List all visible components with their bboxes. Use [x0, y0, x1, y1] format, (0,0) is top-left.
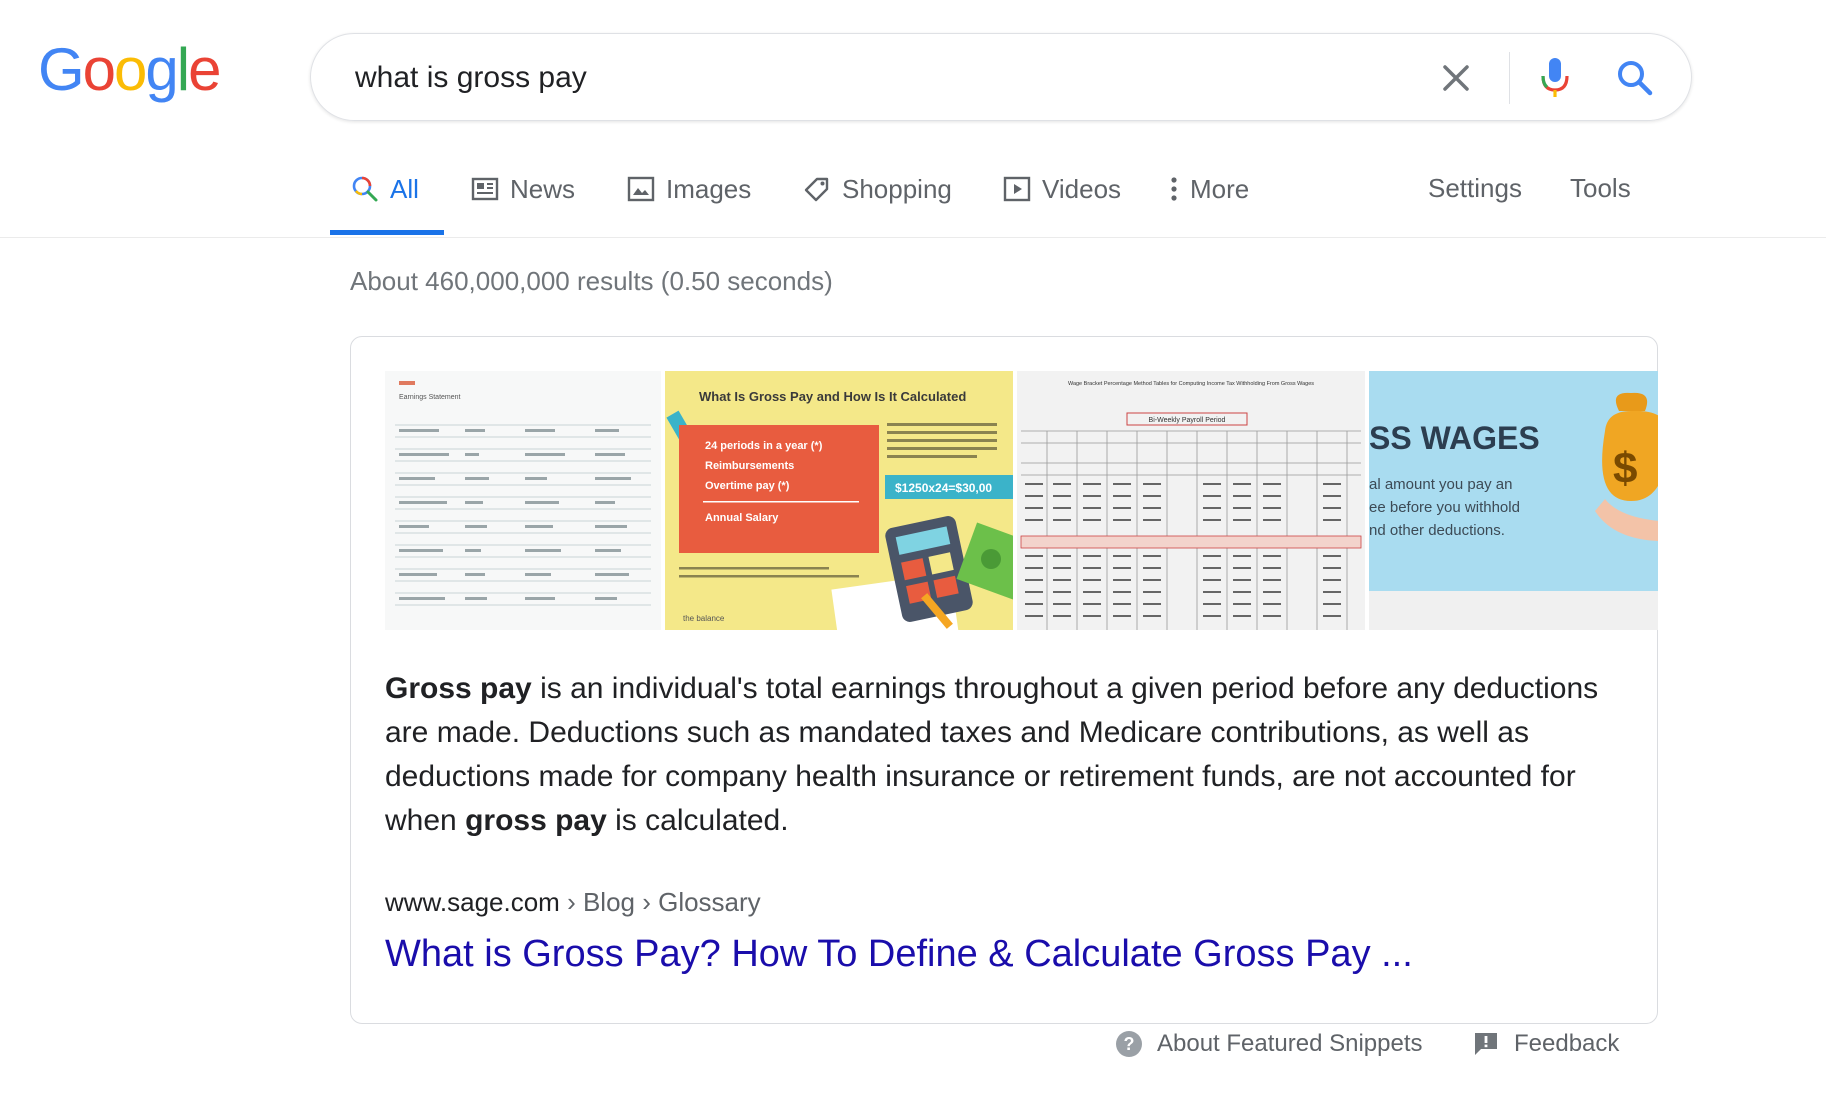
search-results-page: Google what is gross pay All News Images… [0, 0, 1826, 1094]
featured-snippet-card: Earnings Statement What Is Gross Pay and… [350, 336, 1658, 1024]
gross-wages-line: ee before you withhold [1369, 499, 1520, 516]
microphone-icon [1541, 58, 1569, 97]
help-circle-icon: ? [1116, 1031, 1142, 1057]
wage-bracket-table-image: Wage Bracket Percentage Method Tables fo… [1017, 371, 1365, 630]
snippet-image-strip: Earnings Statement What Is Gross Pay and… [385, 371, 1658, 630]
snippet-description: Gross pay is an individual's total earni… [385, 667, 1625, 843]
close-icon [1443, 65, 1469, 91]
logo-letter: e [188, 36, 221, 103]
logo-letter: o [82, 36, 116, 103]
about-featured-snippets-label: About Featured Snippets [1157, 1030, 1423, 1057]
play-icon [1003, 176, 1031, 202]
tab-images-label: Images [666, 174, 752, 204]
tab-news-label: News [510, 174, 576, 204]
tab-more-label: More [1190, 174, 1250, 204]
svg-text:?: ? [1124, 1034, 1135, 1054]
voice-search-button[interactable] [1535, 54, 1575, 102]
infographic-line: Overtime pay (*) [705, 480, 790, 492]
result-breadcrumb: www.sage.com › Blog › Glossary [385, 887, 761, 918]
tools-link[interactable]: Tools [1570, 173, 1631, 204]
tabs-divider [0, 237, 1826, 238]
search-input[interactable] [353, 54, 1357, 102]
result-title-link[interactable]: What is Gross Pay? How To Define & Calcu… [385, 933, 1413, 976]
tab-videos[interactable]: Videos [1002, 168, 1121, 236]
snippet-image-earnings-statement[interactable]: Earnings Statement [385, 371, 661, 630]
more-vertical-icon [1171, 177, 1177, 201]
result-path: › Blog › Glossary [559, 887, 761, 917]
search-icon [1618, 61, 1653, 96]
snippet-image-gross-wages[interactable]: SS WAGES al amount you pay an ee before … [1369, 371, 1658, 630]
result-host: www.sage.com [385, 887, 560, 917]
tab-shopping-label: Shopping [842, 174, 952, 204]
snippet-text-segment: is calculated. [606, 804, 789, 837]
infographic-line: 24 periods in a year (*) [705, 440, 823, 452]
gross-wages-line: nd other deductions. [1369, 522, 1505, 539]
logo-letter: o [114, 36, 147, 103]
feedback-label: Feedback [1514, 1030, 1620, 1057]
tab-all[interactable]: All [350, 168, 419, 236]
logo-letter: G [38, 36, 85, 103]
table-title: Wage Bracket Percentage Method Tables fo… [1068, 381, 1314, 387]
news-icon [471, 177, 499, 201]
gross-wages-image: SS WAGES al amount you pay an ee before … [1369, 371, 1658, 630]
earnings-statement-label: Earnings Statement [399, 394, 461, 401]
search-box [310, 33, 1692, 121]
snippet-image-wage-bracket-table[interactable]: Wage Bracket Percentage Method Tables fo… [1017, 371, 1365, 630]
table-subtitle: Bi-Weekly Payroll Period [1149, 417, 1226, 424]
feedback-link[interactable]: Feedback [1472, 1030, 1619, 1058]
clear-search-button[interactable] [1436, 58, 1476, 98]
snippet-image-gross-pay-calculated[interactable]: What Is Gross Pay and How Is It Calculat… [665, 371, 1013, 630]
tab-shopping[interactable]: Shopping [802, 168, 952, 236]
tab-all-label: All [390, 174, 419, 204]
image-icon [627, 176, 655, 202]
earnings-statement-image: Earnings Statement [385, 371, 661, 630]
search-icon [352, 176, 378, 202]
infographic-line: Reimbursements [705, 460, 794, 472]
snippet-bold-term: Gross pay [385, 672, 532, 705]
dollar-sign-glyph: $ [1613, 444, 1637, 493]
search-divider [1509, 52, 1510, 104]
tag-icon [804, 177, 829, 202]
infographic-brand: the balance [683, 614, 725, 623]
tab-news[interactable]: News [470, 168, 575, 236]
infographic-title: What Is Gross Pay and How Is It Calculat… [699, 389, 966, 404]
infographic-formula: $1250x24=$30,00 [895, 481, 992, 495]
logo-letter: g [145, 36, 178, 103]
search-button[interactable] [1613, 56, 1657, 100]
google-logo[interactable]: Google [38, 36, 222, 103]
gross-pay-infographic: What Is Gross Pay and How Is It Calculat… [665, 371, 1013, 630]
tab-images[interactable]: Images [626, 168, 751, 236]
snippet-bold-term: gross pay [465, 804, 607, 837]
tab-videos-label: Videos [1042, 174, 1122, 204]
result-stats: About 460,000,000 results (0.50 seconds) [350, 266, 833, 296]
gross-wages-line: al amount you pay an [1369, 476, 1512, 493]
feedback-icon [1475, 1033, 1497, 1055]
gross-wages-heading: SS WAGES [1369, 420, 1540, 456]
settings-link[interactable]: Settings [1428, 173, 1522, 204]
infographic-line: Annual Salary [705, 512, 779, 524]
logo-letter: l [176, 36, 190, 103]
tab-more[interactable]: More [1166, 168, 1249, 236]
about-featured-snippets-link[interactable]: ? About Featured Snippets [1115, 1030, 1423, 1058]
active-tab-indicator [330, 230, 444, 235]
